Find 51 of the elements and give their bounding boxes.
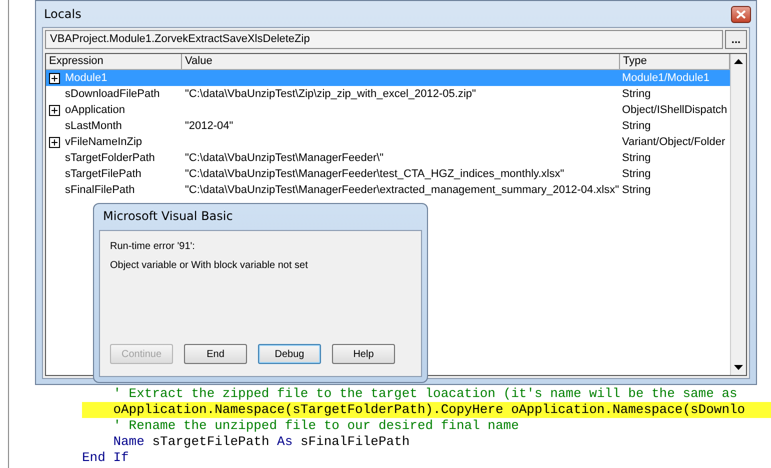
scroll-up-icon[interactable]	[734, 59, 743, 64]
type-text: Variant/Object/Folder	[622, 135, 726, 150]
code-line: End If	[82, 450, 130, 466]
close-button[interactable]	[731, 6, 751, 22]
variable-row[interactable]: sTargetFolderPath "C:\data\VbaUnzipTest\ManagerFeeder\" String	[46, 150, 730, 166]
column-header[interactable]: Value	[182, 54, 620, 69]
value-text: "C:\data\VbaUnzipTest\Zip\zip_zip_with_excel_2012-05.zip"	[185, 87, 476, 102]
expression-text: sLastMonth	[65, 119, 122, 134]
dialog-button[interactable]: Help	[332, 344, 395, 364]
value-text: "C:\data\VbaUnzipTest\ManagerFeeder\test_CTA_HGZ_indices_monthly.xlsx"	[185, 167, 564, 182]
type-text: String	[622, 119, 651, 134]
expression-text: sTargetFilePath	[65, 167, 142, 182]
type-text: String	[622, 167, 651, 182]
dialog-button[interactable]: Debug	[258, 344, 321, 364]
variable-row[interactable]: vFileNameInZip Variant/Object/Folder	[46, 134, 730, 150]
variable-row[interactable]: sTargetFilePath "C:\data\VbaUnzipTest\ManagerFeeder\test_CTA_HGZ_indices_monthly.xlsx" String	[46, 166, 730, 182]
expression-text: sTargetFolderPath	[65, 151, 155, 166]
expression-text: sFinalFilePath	[65, 183, 135, 198]
value-text: "2012-04"	[185, 119, 234, 134]
scroll-down-icon[interactable]	[734, 365, 743, 370]
type-text: String	[622, 151, 651, 166]
dialog-button[interactable]: End	[184, 344, 247, 364]
type-text: String	[622, 87, 651, 102]
window-title: Locals	[44, 7, 82, 21]
error-message: Object variable or With block variable not set	[110, 260, 308, 271]
expression-text: sDownloadFilePath	[65, 87, 160, 102]
expand-icon[interactable]	[49, 104, 60, 116]
close-icon[interactable]	[736, 10, 746, 18]
expand-icon[interactable]	[49, 72, 60, 84]
expand-icon[interactable]	[49, 136, 60, 148]
variable-row[interactable]: sFinalFilePath "C:\data\VbaUnzipTest\ManagerFeeder\extracted_management_summary_2012-04.xlsx" String	[46, 182, 730, 198]
context-button[interactable]: ...	[725, 30, 747, 49]
expression-text: vFileNameInZip	[65, 135, 142, 150]
context-field: VBAProject.Module1.ZorvekExtractSaveXlsDeleteZip	[45, 30, 723, 49]
dialog-title: Microsoft Visual Basic	[102, 208, 233, 225]
variable-row[interactable]: sDownloadFilePath "C:\data\VbaUnzipTest\Zip\zip_zip_with_excel_2012-05.zip" String	[46, 86, 730, 102]
type-text: Module1/Module1	[622, 71, 710, 86]
value-text: "C:\data\VbaUnzipTest\ManagerFeeder\extracted_management_summary_2012-04.xlsx"	[185, 183, 619, 198]
scroll-bar[interactable]	[730, 54, 746, 375]
variable-row[interactable]: oApplication Object/IShellDispatch	[46, 102, 730, 118]
expression-text: oApplication	[65, 103, 125, 118]
type-text: Object/IShellDispatch	[622, 103, 728, 118]
column-header[interactable]: Expression	[46, 54, 182, 69]
error-code-text: Run-time error '91':	[110, 241, 195, 252]
type-text: String	[622, 183, 651, 198]
variable-row[interactable]: sLastMonth "2012-04" String	[46, 118, 730, 134]
code-line: ' Rename the unzipped file to our desired final name	[112, 418, 520, 434]
value-text: "C:\data\VbaUnzipTest\ManagerFeeder\"	[185, 151, 384, 166]
expression-text: Module1	[65, 71, 108, 86]
code-line: ' Extract the zipped file to the target loacation (it's name will be the same as	[112, 386, 738, 402]
code-line: Name sTargetFilePath As sFinalFilePath	[112, 434, 411, 450]
